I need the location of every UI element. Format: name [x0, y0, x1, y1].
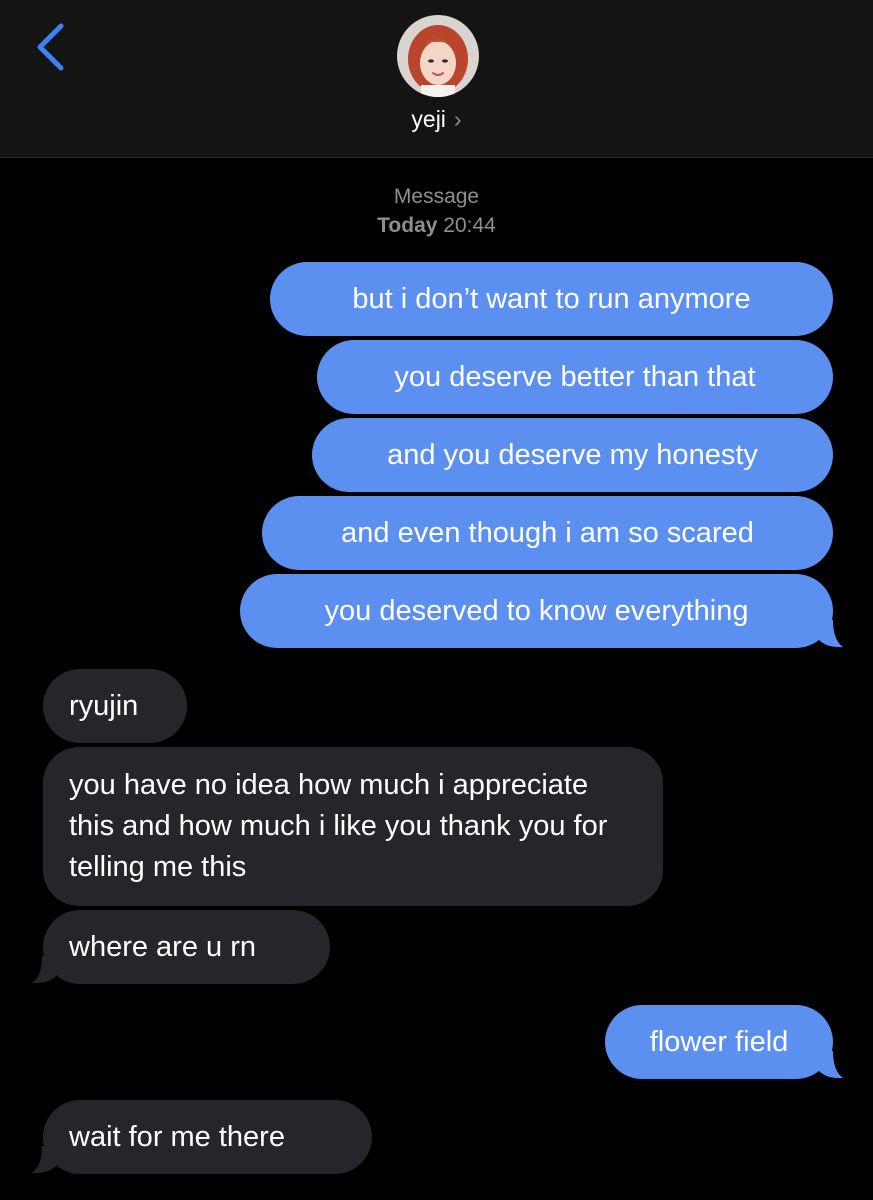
message-bubble-received[interactable]: you have no idea how much i appreciate t… — [43, 747, 663, 906]
chevron-left-icon — [37, 23, 64, 71]
message-bubble-sent[interactable]: and even though i am so scared — [262, 496, 833, 570]
thread-service-label: Message — [393, 185, 480, 208]
bubble-tail-received — [32, 956, 56, 984]
avatar-image — [397, 15, 479, 97]
contact-name-button[interactable]: yeji › — [0, 106, 873, 133]
message-bubble-sent[interactable]: but i don’t want to run anymore — [270, 262, 833, 336]
back-button[interactable] — [30, 20, 74, 74]
conversation-header: yeji › — [0, 0, 873, 158]
message-bubble-sent[interactable]: and you deserve my honesty — [312, 418, 833, 492]
bubble-tail-sent — [819, 1051, 843, 1079]
contact-avatar[interactable] — [397, 15, 479, 97]
message-bubble-received[interactable]: wait for me there — [43, 1100, 372, 1174]
contact-name: yeji — [411, 106, 446, 132]
message-bubble-received[interactable]: where are u rn — [43, 910, 330, 984]
message-bubble-received[interactable]: ryujin — [43, 669, 187, 743]
timestamp-time: 20:44 — [443, 214, 496, 237]
message-bubble-sent[interactable]: you deserved to know everything — [240, 574, 833, 648]
message-bubble-sent[interactable]: flower field — [605, 1005, 833, 1079]
bubble-tail-received — [32, 1146, 56, 1174]
message-bubble-sent[interactable]: you deserve better than that — [317, 340, 833, 414]
bubble-tail-sent — [819, 620, 843, 648]
timestamp-day: Today — [377, 214, 438, 237]
chevron-right-icon: › — [453, 106, 462, 132]
thread-timestamp: Today 20:44 — [0, 214, 873, 238]
